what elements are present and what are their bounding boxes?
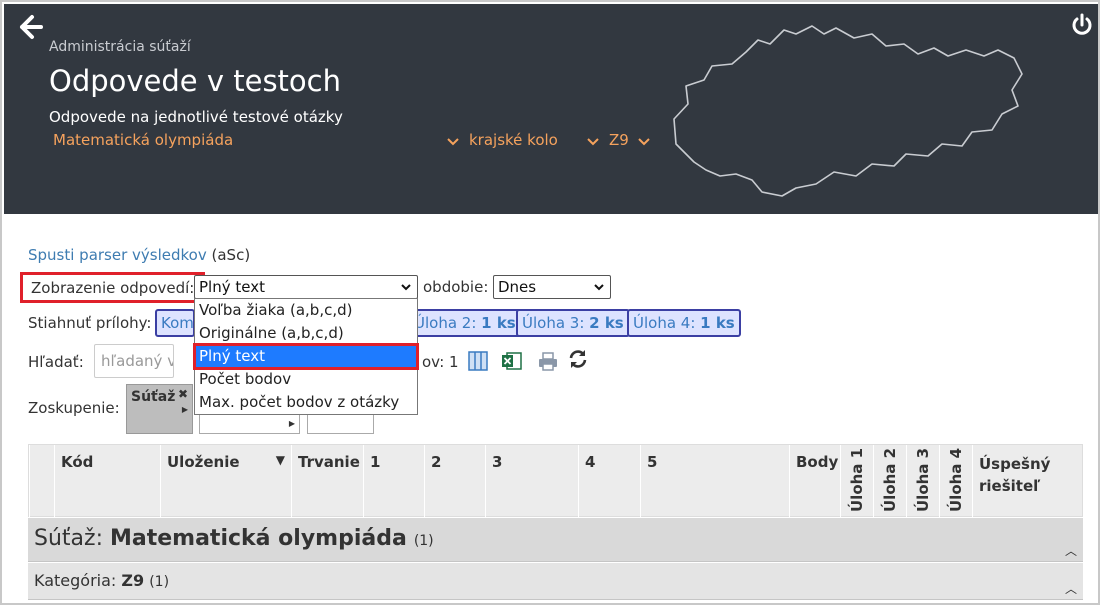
slovakia-map-outline [673, 25, 1023, 197]
parser-link[interactable]: Spusti parser výsledkov [28, 246, 207, 264]
tag-count: 1 ks [700, 314, 735, 332]
parser-suffix: (aSc) [211, 246, 251, 264]
group-row-competition[interactable]: Súťaž: Matematická olympiáda (1) ︿ [28, 518, 1083, 562]
chevron-down-icon [593, 276, 605, 304]
column-header-label: Úloha 2 [881, 447, 899, 512]
download-all-button[interactable]: Kom [155, 309, 195, 337]
column-header-duration[interactable]: Trvanie [291, 445, 363, 518]
column-header-q5[interactable]: 5 [640, 445, 789, 518]
chevron-up-icon[interactable]: ︿ [1065, 580, 1077, 597]
group-count: (1) [413, 533, 434, 549]
display-mode-label: Zobrazenie odpovedí: [20, 272, 206, 303]
column-header-q3[interactable]: 3 [485, 445, 578, 518]
chevron-down-icon [637, 134, 650, 149]
option-full-text[interactable]: Plný text [193, 343, 419, 370]
power-icon[interactable] [1070, 13, 1094, 37]
column-header-points[interactable]: Body [789, 445, 840, 518]
group-chip-competition[interactable]: Súťaž ✖ ▶ [126, 384, 193, 434]
column-header-code[interactable]: Kód [54, 445, 160, 518]
page-header: Administrácia súťaží Odpovede v testoch … [4, 4, 1098, 214]
display-mode-options: Voľba žiaka (a,b,c,d) Originálne (a,b,c,… [193, 298, 419, 415]
period-label: obdobie: [423, 278, 489, 296]
column-header-task2[interactable]: Úloha 2 [873, 445, 906, 518]
column-header-saved[interactable]: Uloženie ▼ [160, 445, 291, 518]
tag-label: Úloha 4: [633, 314, 696, 332]
column-header-successful[interactable]: Úspešný riešiteľ [972, 445, 1083, 518]
group-value: Z9 [121, 571, 145, 590]
column-header-q2[interactable]: 2 [424, 445, 485, 518]
column-header-q1[interactable]: 1 [363, 445, 424, 518]
table-header: Kód Uloženie ▼ Trvanie 1 2 3 4 5 Body Úl… [28, 444, 1083, 518]
group-label: Kategória: [34, 571, 117, 590]
column-header-task4[interactable]: Úloha 4 [939, 445, 972, 518]
option-student-choice[interactable]: Voľba žiaka (a,b,c,d) [195, 299, 417, 322]
display-mode-select[interactable]: Plný text [194, 275, 418, 299]
option-points[interactable]: Počet bodov [195, 368, 417, 391]
sort-desc-icon: ▼ [275, 453, 285, 467]
tag-label: Úloha 3: [522, 314, 585, 332]
competition-link[interactable]: Matematická olympiáda [53, 131, 233, 149]
group-count: (1) [149, 574, 170, 590]
chevron-down-icon [587, 134, 599, 149]
period-value: Dnes [498, 278, 537, 296]
column-header-label: Úloha 3 [914, 447, 932, 512]
option-original[interactable]: Originálne (a,b,c,d) [195, 322, 417, 345]
column-header-q4[interactable]: 4 [578, 445, 640, 518]
attachments-label: Stiahnuť prílohy: [28, 314, 152, 332]
page-title: Odpovede v testoch [49, 64, 341, 98]
round-label: krajské kolo [469, 131, 558, 149]
category-label: Z9 [609, 131, 629, 149]
group-row-category[interactable]: Kategória: Z9 (1) ︿ [28, 563, 1083, 600]
search-label: Hľadať: [28, 353, 84, 371]
page-frame: Administrácia súťaží Odpovede v testoch … [0, 0, 1100, 605]
group-value: Matematická olympiáda [109, 526, 407, 551]
page-subtitle: Odpovede na jednotlivé testové otázky [49, 108, 343, 126]
download-task2-button[interactable]: Úloha 2: 1 ks [408, 309, 522, 337]
column-header-task3[interactable]: Úloha 3 [906, 445, 939, 518]
main-content: Spusti parser výsledkov (aSc) Zobrazenie… [4, 214, 1098, 603]
caret-right-icon: ▶ [181, 405, 188, 414]
group-chip-label: Súťaž [131, 389, 176, 405]
display-mode-value: Plný text [199, 278, 265, 296]
caret-right-icon: ▶ [288, 419, 295, 428]
parser-line: Spusti parser výsledkov (aSc) [28, 246, 250, 264]
chevron-down-icon [447, 134, 459, 149]
column-header-label: Uloženie [167, 453, 240, 471]
section-label: Administrácia súťaží [49, 39, 191, 55]
chevron-up-icon[interactable]: ︿ [1065, 542, 1077, 559]
back-arrow-icon[interactable] [18, 14, 44, 40]
column-header-select [29, 445, 54, 518]
group-label: Súťaž: [34, 526, 103, 551]
columns-icon[interactable] [467, 350, 489, 372]
records-count: ov: 1 [422, 353, 459, 371]
round-selector[interactable]: krajské kolo [447, 131, 558, 149]
refresh-icon[interactable] [567, 348, 589, 370]
download-task3-button[interactable]: Úloha 3: 2 ks [516, 309, 630, 337]
column-header-task1[interactable]: Úloha 1 [840, 445, 873, 518]
option-max-points[interactable]: Max. počet bodov z otázky [195, 391, 417, 414]
excel-export-icon[interactable] [501, 350, 523, 372]
period-select[interactable]: Dnes [493, 275, 611, 299]
search-input[interactable]: hľadaný výr [94, 344, 174, 378]
tag-label: Úloha 2: [414, 314, 477, 332]
tag-count: 1 ks [481, 314, 516, 332]
grouping-label: Zoskupenie: [28, 399, 120, 417]
tag-count: 2 ks [589, 314, 624, 332]
column-header-label: Úloha 4 [947, 447, 965, 512]
print-icon[interactable] [537, 350, 559, 372]
close-icon[interactable]: ✖ [178, 387, 188, 401]
column-header-label: Úloha 1 [848, 447, 866, 512]
download-task4-button[interactable]: Úloha 4: 1 ks [627, 309, 741, 337]
category-selector[interactable]: Z9 [587, 131, 650, 149]
